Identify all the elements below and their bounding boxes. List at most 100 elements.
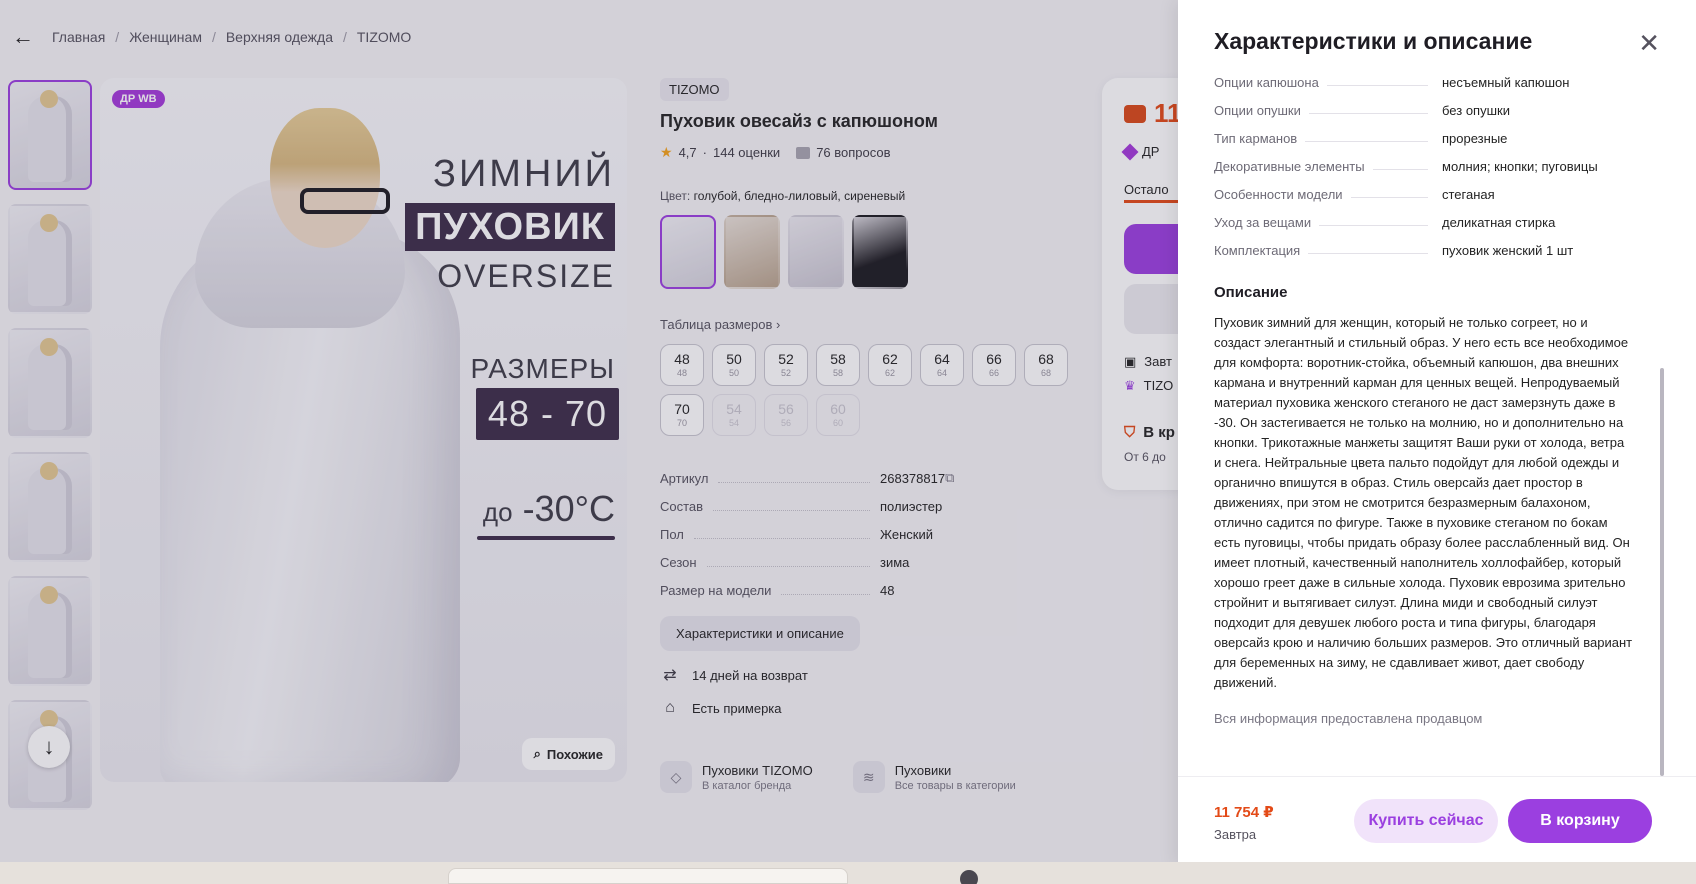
buy-now-button[interactable]: Купить сейчас: [1354, 799, 1498, 843]
size-option[interactable]: 50 50: [712, 344, 756, 386]
color-swatch[interactable]: [852, 215, 908, 289]
size-table-link[interactable]: Таблица размеров ›: [660, 317, 1080, 332]
breadcrumb-item-women[interactable]: Женщинам: [129, 29, 202, 45]
thumbnail[interactable]: [8, 452, 92, 562]
buy-card-cart-button[interactable]: [1124, 224, 1178, 274]
feature-fitting-text: Есть примерка: [692, 700, 782, 716]
thumbnail[interactable]: [8, 80, 92, 190]
color-swatch[interactable]: [724, 215, 780, 289]
size-option[interactable]: 58 58: [816, 344, 860, 386]
characteristic-leader: [1350, 190, 1428, 198]
characteristic-key: Особенности модели: [1214, 186, 1343, 202]
rating-value[interactable]: 4,7: [679, 145, 697, 160]
rating-count[interactable]: 144 оценки: [713, 145, 780, 160]
arrow-down-icon[interactable]: ↓: [28, 726, 70, 768]
spec-value[interactable]: 268378817: [880, 471, 945, 486]
promo-temperature: до -30°C: [483, 488, 615, 530]
spec-row: Пол Женский: [660, 520, 1080, 548]
spec-key-cell: Пол: [660, 527, 880, 542]
brand-catalog-subtitle: В каталог бренда: [702, 779, 792, 792]
size-option-value: 68: [1038, 351, 1054, 368]
characteristic-key: Тип карманов: [1214, 130, 1298, 146]
characteristic-leader: [1372, 162, 1428, 170]
spec-row: Сезон зима: [660, 548, 1080, 576]
wallet-icon: [1124, 104, 1146, 123]
size-option-value: 52: [778, 351, 794, 368]
characteristic-leader: [1308, 246, 1428, 254]
size-option[interactable]: 62 62: [868, 344, 912, 386]
color-swatch[interactable]: [788, 215, 844, 289]
spec-leader: [713, 501, 870, 511]
stock-bar: [1124, 200, 1178, 203]
characteristic-leader: [1305, 134, 1428, 142]
copy-icon[interactable]: ⧉: [945, 470, 954, 486]
characteristic-value: стеганая: [1442, 186, 1495, 202]
close-icon[interactable]: ✕: [1638, 30, 1660, 56]
brand-catalog-link[interactable]: ◇ Пуховики TIZOMO В каталог бренда: [660, 761, 813, 793]
thumbnail[interactable]: [8, 576, 92, 686]
size-option-value: 62: [882, 351, 898, 368]
size-option[interactable]: 48 48: [660, 344, 704, 386]
color-label-prefix: Цвет:: [660, 189, 691, 203]
buy-card-dr-text: ДР: [1142, 144, 1160, 159]
arrow-left-icon[interactable]: ←: [12, 26, 34, 48]
breadcrumb-item-outerwear[interactable]: Верхняя одежда: [226, 29, 333, 45]
characteristic-leader: [1319, 218, 1428, 226]
product-info: TIZOMO Пуховик овесайз с капюшоном ★ 4,7…: [660, 78, 1080, 793]
promo-text-line1: ЗИМНИЙ: [433, 153, 615, 195]
buy-card-seller[interactable]: ♛ TIZO: [1124, 378, 1173, 394]
buy-card-delivery-text: Завт: [1144, 354, 1172, 369]
buy-card-secondary-button[interactable]: [1124, 284, 1178, 334]
panel-scrollbar[interactable]: [1660, 368, 1664, 776]
color-swatch[interactable]: [660, 215, 716, 289]
bottom-strip: [0, 862, 1696, 884]
add-to-cart-button[interactable]: В корзину: [1508, 799, 1652, 843]
color-label: Цвет: голубой, бледно-лиловый, сиреневый: [660, 189, 1080, 203]
characteristic-value: прорезные: [1442, 130, 1508, 146]
size-option[interactable]: 64 64: [920, 344, 964, 386]
product-page: ← Главная / Женщинам / Верхняя одежда / …: [0, 0, 1178, 884]
size-option[interactable]: 68 68: [1024, 344, 1068, 386]
characteristic-leader: [1308, 106, 1428, 114]
rating-row: ★ 4,7 · 144 оценки 76 вопросов: [660, 144, 1080, 161]
description-text: Пуховик зимний для женщин, который не то…: [1214, 315, 1633, 690]
promo-temperature-prefix: до: [482, 497, 513, 527]
breadcrumb-separator: /: [342, 29, 347, 45]
footer-price: 11 754 ₽: [1214, 804, 1274, 821]
characteristic-key-cell: Комплектация: [1214, 243, 1442, 258]
size-option-sub: 60: [832, 417, 843, 428]
size-option[interactable]: 70 70: [660, 394, 704, 436]
buy-card: 11 ДР Остало ▣ Завт ♛ TIZO ⛉ В кр От 6 д…: [1102, 78, 1178, 490]
buy-card-stock: Остало: [1124, 182, 1169, 197]
size-option-value: 64: [934, 351, 950, 368]
return-arrows-icon: ⇄: [663, 667, 677, 684]
size-option[interactable]: 52 52: [764, 344, 808, 386]
size-option[interactable]: 66 66: [972, 344, 1016, 386]
characteristic-row: Комплектация пуховик женский 1 шт: [1214, 236, 1642, 264]
spec-value: полиэстер: [880, 498, 943, 514]
characteristic-key-cell: Уход за вещами: [1214, 215, 1442, 230]
spec-key-cell: Размер на модели: [660, 583, 880, 598]
description-title: Описание: [1214, 284, 1288, 301]
hanger-icon: ⌂: [665, 699, 675, 716]
characteristic-key: Опции капюшона: [1214, 74, 1319, 90]
crown-icon: ♛: [1124, 378, 1136, 393]
questions-count[interactable]: 76 вопросов: [816, 145, 890, 160]
spec-leader: [706, 557, 870, 567]
main-product-image[interactable]: ДР WB ЗИМНИЙ ПУХОВИК OVERSIZE РАЗМЕРЫ 48…: [100, 78, 627, 782]
panel-body: Опции капюшона несъемный капюшон Опции опу…: [1214, 68, 1642, 768]
diamond-icon: [1121, 143, 1139, 160]
category-link[interactable]: ≋ Пуховики Все товары в категории: [852, 761, 1016, 793]
characteristics-button[interactable]: Характеристики и описание: [660, 616, 860, 651]
thumbnail[interactable]: [8, 328, 92, 438]
brand-tag[interactable]: TIZOMO: [660, 78, 729, 101]
breadcrumb-item-brand[interactable]: TIZOMO: [357, 29, 411, 45]
thumbnail[interactable]: [8, 204, 92, 314]
similar-button[interactable]: ⌕ Похожие: [521, 738, 615, 770]
model-head-illustration: [270, 108, 380, 248]
size-option-sub: 68: [1040, 367, 1051, 378]
breadcrumb-item-home[interactable]: Главная: [52, 29, 105, 45]
characteristic-key-cell: Особенности модели: [1214, 187, 1442, 202]
color-swatches: [660, 215, 1080, 289]
spec-key: Артикул: [660, 470, 709, 486]
